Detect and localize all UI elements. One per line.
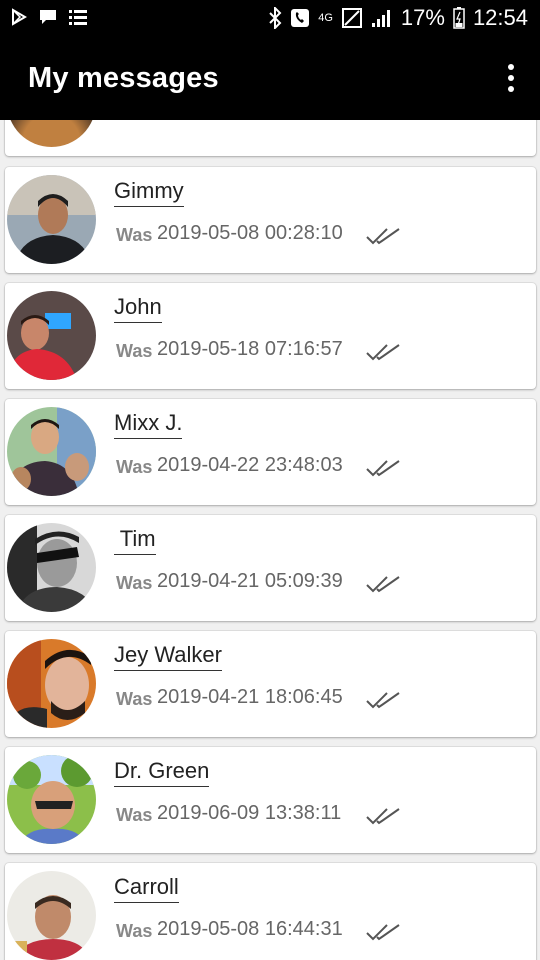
status-bar: 4G 17% 12:54 [0,0,540,38]
double-check-icon [366,460,400,477]
was-label: Was [116,341,153,361]
contact-name[interactable]: Jey Walker [114,643,222,671]
chat-notification-icon [40,10,56,24]
avatar [7,523,96,612]
clock: 12:54 [472,5,528,30]
no-sim-icon [341,8,362,28]
contact-name[interactable]: Tim [114,527,156,555]
app-bar: My messages [0,38,540,120]
was-label: Was [116,225,153,245]
avatar [7,755,96,844]
page-title: My messages [28,62,219,94]
last-seen-date: 2019-06-09 13:38:11 [157,802,342,824]
was-label: Was [116,457,153,477]
last-seen-date: 2019-05-18 07:16:57 [157,338,343,360]
contact-card[interactable]: Jey Walker Was 2019-04-21 18:06:45 [5,631,536,737]
last-seen-date: 2019-04-21 05:09:39 [157,570,343,592]
battery-icon [453,7,465,29]
play-store-icon [12,8,27,26]
avatar [7,291,96,380]
contact-card[interactable]: Carroll Was 2019-05-08 16:44:31 [5,863,536,960]
overflow-menu-icon[interactable] [504,64,518,92]
wifi-calling-icon [291,9,310,27]
was-label: Was [116,921,153,941]
last-seen-date: 2019-04-22 23:48:03 [157,454,343,476]
avatar [7,120,96,147]
was-label: Was [116,805,153,825]
signal-icon [371,10,390,27]
battery-percent: 17% [400,5,445,30]
contact-card-partial[interactable] [5,120,536,156]
avatar [7,175,96,264]
double-check-icon [366,228,400,245]
double-check-icon [366,692,400,709]
avatar [7,407,96,496]
contact-card[interactable]: Dr. Green Was 2019-06-09 13:38:11 [5,747,536,853]
contact-card[interactable]: Mixx J. Was 2019-04-22 23:48:03 [5,399,536,505]
contact-card[interactable]: Gimmy Was 2019-05-08 00:28:10 [5,167,536,273]
status-left-icons [10,8,88,26]
list-notification-icon [69,10,87,25]
double-check-icon [366,576,400,593]
contact-name[interactable]: Dr. Green [114,759,210,787]
was-label: Was [116,573,153,593]
contact-name[interactable]: John [114,295,162,323]
was-label: Was [116,689,153,709]
last-seen-date: 2019-05-08 00:28:10 [157,222,343,244]
bluetooth-icon [269,7,282,29]
avatar [7,871,96,960]
contact-card[interactable]: Tim Was 2019-04-21 05:09:39 [5,515,536,621]
network-type-icon: 4G [318,12,333,24]
contact-name[interactable]: Carroll [114,875,179,903]
status-right-icons: 4G 17% 12:54 [268,5,528,31]
contact-name[interactable]: Mixx J. [114,411,183,439]
double-check-icon [366,344,400,361]
avatar [7,639,96,728]
contact-name[interactable]: Gimmy [114,179,184,207]
messages-list[interactable]: Gimmy Was 2019-05-08 00:28:10 John Was 2… [0,120,540,960]
last-seen-date: 2019-04-21 18:06:45 [157,686,343,708]
contact-card[interactable]: John Was 2019-05-18 07:16:57 [5,283,536,389]
double-check-icon [366,808,400,825]
last-seen-date: 2019-05-08 16:44:31 [157,918,343,940]
double-check-icon [366,924,400,941]
